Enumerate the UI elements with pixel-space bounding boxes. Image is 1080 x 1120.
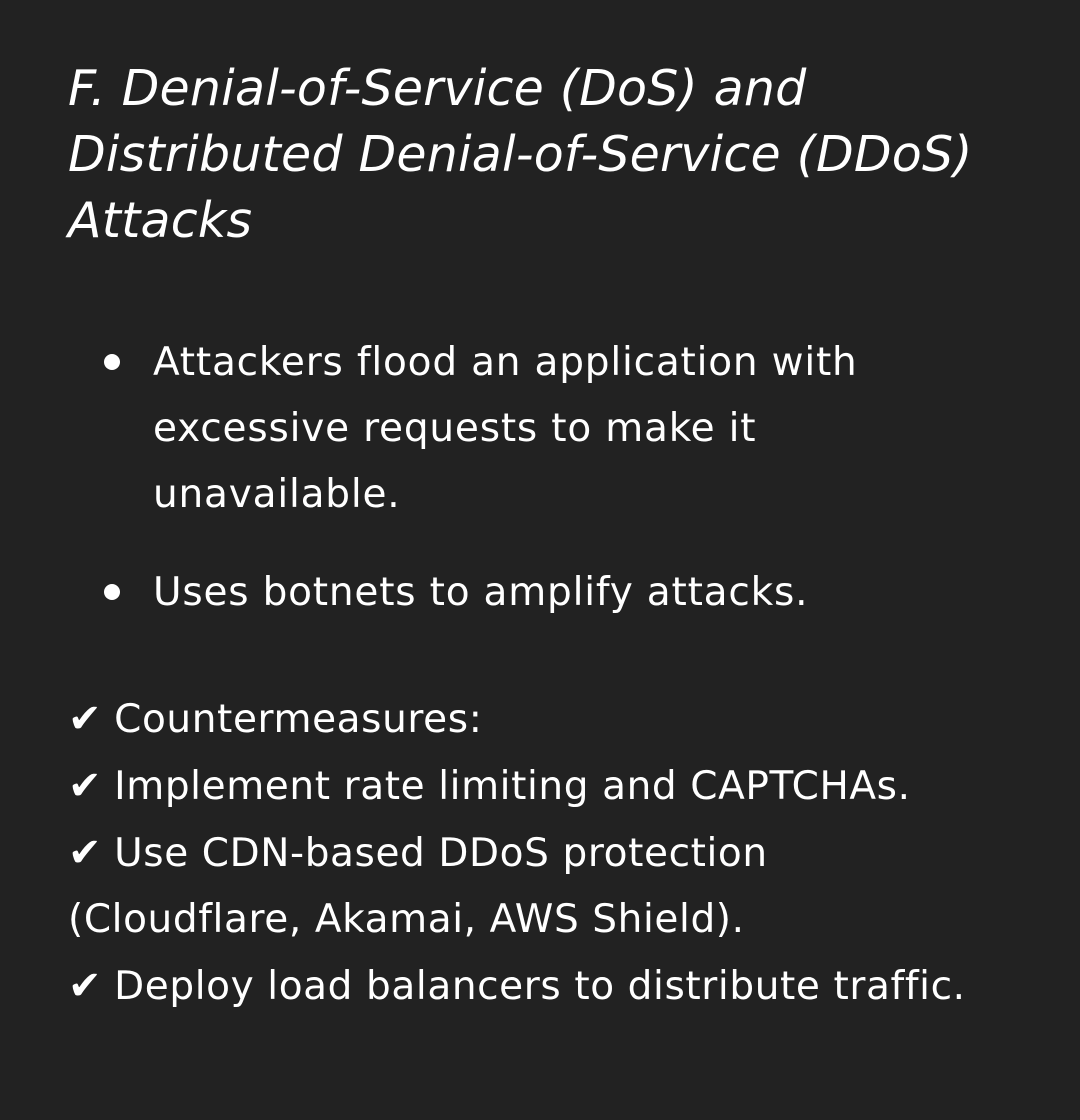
countermeasures-block: ✔ Countermeasures: ✔ Implement rate limiti… <box>68 686 1010 1020</box>
countermeasures-title: Countermeasures: <box>114 697 483 742</box>
attack-description-list: Attackers flood an application with exce… <box>68 330 1010 626</box>
section-heading: F. Denial-of-Service (DoS) and Distribut… <box>68 60 973 249</box>
countermeasure-item: ✔ Implement rate limiting and CAPTCHAs. <box>68 753 1010 820</box>
list-item: Attackers flood an application with exce… <box>68 330 1010 528</box>
countermeasures-heading: ✔ Countermeasures: <box>68 686 1010 753</box>
checkmark-icon: ✔ <box>68 696 103 742</box>
list-item: Uses botnets to amplify attacks. <box>68 560 1010 626</box>
countermeasure-item: ✔ Use CDN-based DDoS protection (Cloudfla… <box>68 820 1010 953</box>
countermeasure-text: Deploy load balancers to distribute traf… <box>114 964 966 1009</box>
countermeasure-item: ✔ Deploy load balancers to distribute tra… <box>68 953 1010 1020</box>
bullet-dot-icon <box>104 584 120 600</box>
countermeasure-text: Implement rate limiting and CAPTCHAs. <box>114 764 911 809</box>
countermeasure-text: Use CDN-based DDoS protection (Cloudflar… <box>68 831 768 942</box>
list-item-text: Attackers flood an application with exce… <box>153 340 858 517</box>
checkmark-icon: ✔ <box>68 963 103 1009</box>
checkmark-icon: ✔ <box>68 830 103 876</box>
list-item-text: Uses botnets to amplify attacks. <box>153 570 809 615</box>
checkmark-icon: ✔ <box>68 763 103 809</box>
document-page: F. Denial-of-Service (DoS) and Distribut… <box>0 0 1080 1120</box>
bullet-dot-icon <box>104 354 120 370</box>
